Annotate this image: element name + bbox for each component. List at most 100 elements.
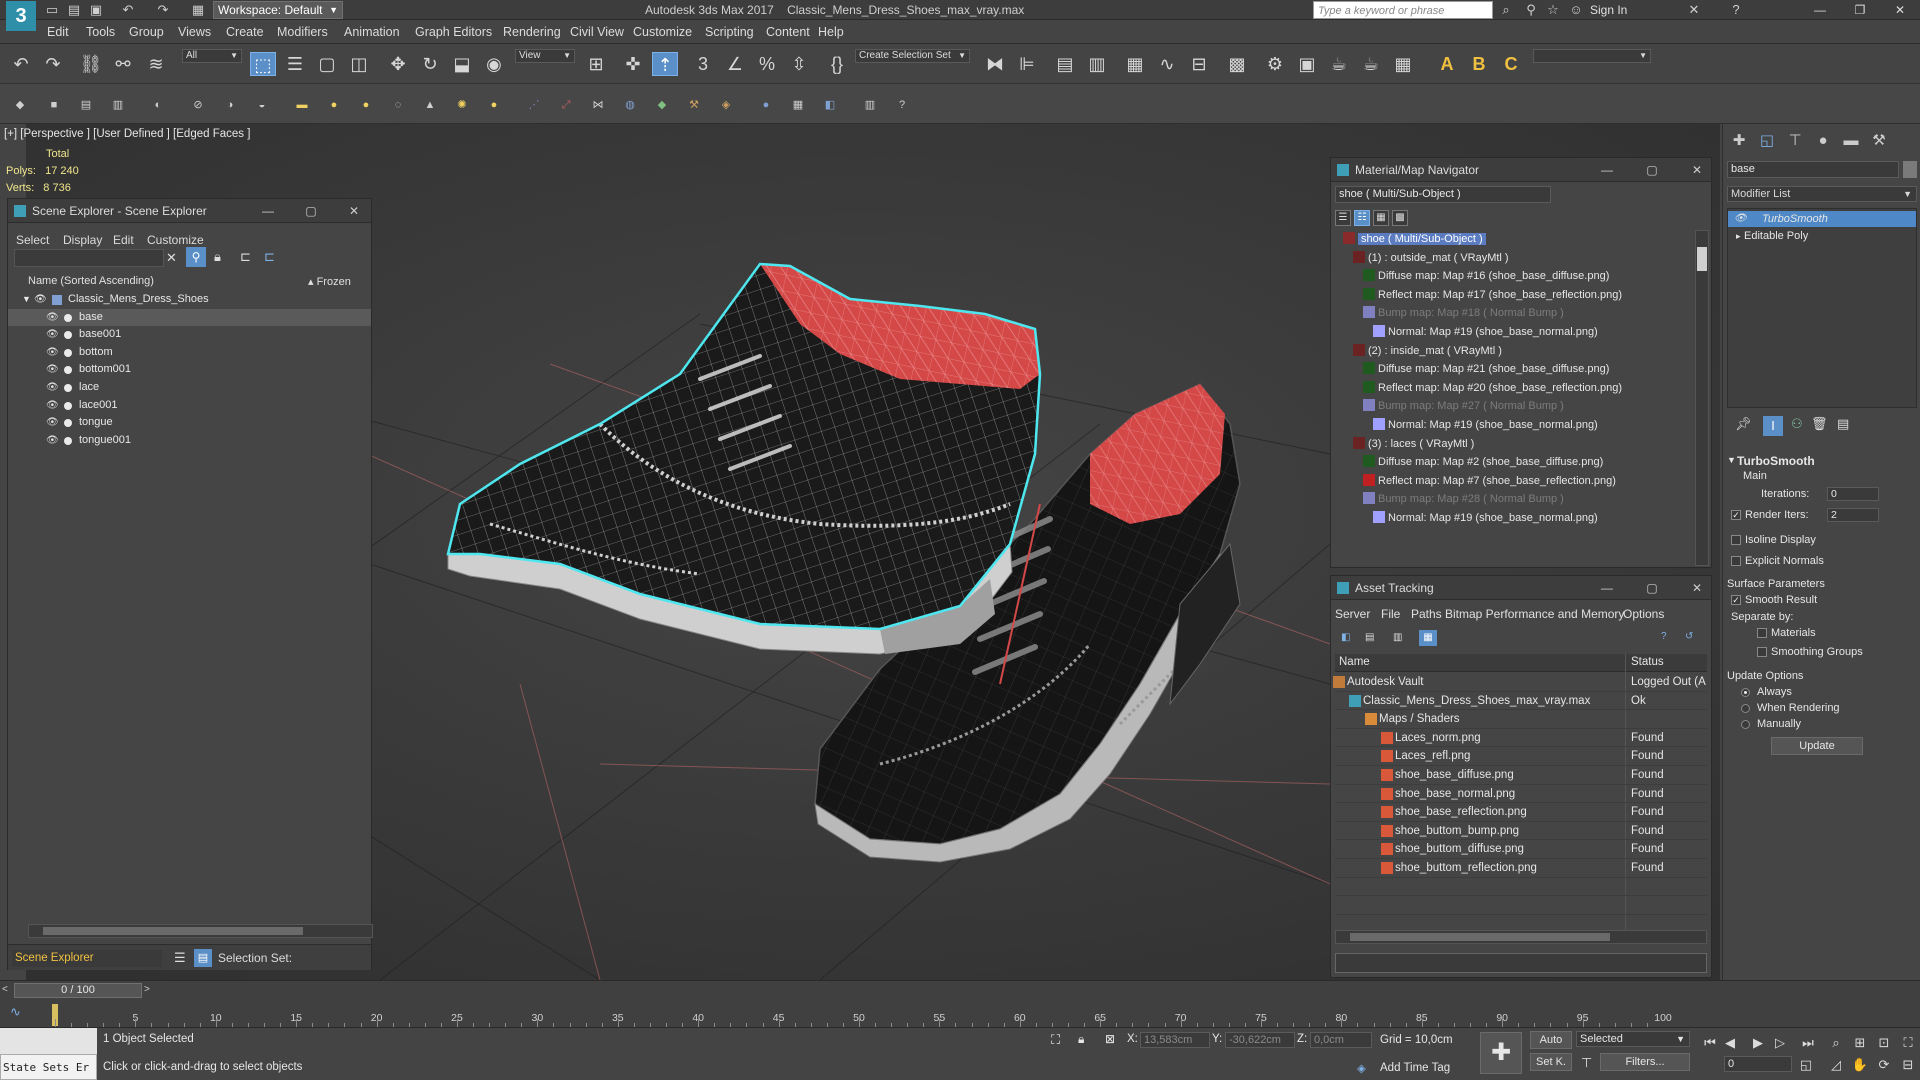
display-tab-icon[interactable]: ▬ bbox=[1839, 130, 1863, 152]
absolute-mode-icon[interactable]: ⊠ bbox=[1105, 1032, 1115, 1046]
search-icon[interactable]: ⌕ bbox=[1498, 2, 1514, 18]
rect-selection-icon[interactable]: ▢ bbox=[314, 52, 340, 76]
redo-icon[interactable]: ↷ bbox=[40, 52, 66, 76]
ribbon-tool-icon[interactable]: ⤢ bbox=[558, 97, 574, 113]
modifier-stack-item[interactable]: 👁︎ TurboSmooth bbox=[1728, 211, 1916, 227]
maximize-button[interactable]: ▢ bbox=[297, 199, 325, 223]
angle-snap-icon[interactable]: ∠ bbox=[722, 52, 748, 76]
layer-explorer-icon[interactable]: ▥ bbox=[1084, 52, 1110, 76]
scene-explorer-column-header[interactable]: Name (Sorted Ascending) ▴ Frozen bbox=[8, 273, 371, 291]
ribbon-tool-icon[interactable]: ● bbox=[486, 97, 502, 113]
menu-views[interactable]: Views bbox=[178, 25, 211, 39]
undo-icon[interactable]: ↶ bbox=[120, 2, 136, 18]
column-name[interactable]: Name bbox=[1339, 656, 1370, 668]
modifier-list-dropdown[interactable]: Modifier List ▼ bbox=[1727, 186, 1917, 202]
tree-object-row[interactable]: 👁︎ base bbox=[8, 308, 371, 327]
field-of-view-icon[interactable]: ◿ bbox=[1826, 1056, 1846, 1074]
material-name-field[interactable]: shoe ( Multi/Sub-Object ) bbox=[1335, 186, 1551, 203]
asset-menu-file[interactable]: File bbox=[1381, 607, 1400, 621]
play-icon[interactable]: ▶ bbox=[1748, 1034, 1768, 1052]
isoline-display-checkbox[interactable] bbox=[1731, 535, 1741, 545]
configure-modifier-sets-icon[interactable]: ▤ bbox=[1837, 416, 1849, 432]
material-tree-item[interactable]: Bump map: Map #28 ( Normal Bump ) bbox=[1363, 492, 1564, 505]
app-logo[interactable]: 3 bbox=[6, 1, 36, 31]
link-icon[interactable]: ⛓ bbox=[78, 52, 104, 76]
asset-row[interactable]: shoe_base_reflection.png Found bbox=[1335, 803, 1707, 822]
ribbon-tool-icon[interactable]: ◒ bbox=[254, 97, 270, 113]
smooth-result-checkbox[interactable]: ✓ bbox=[1731, 595, 1741, 605]
text-tool-a-icon[interactable]: A bbox=[1434, 52, 1460, 76]
key-filters-button[interactable]: Filters... bbox=[1600, 1053, 1690, 1071]
render-setup-icon[interactable]: ⚙ bbox=[1262, 52, 1288, 76]
menu-content[interactable]: Content bbox=[766, 25, 810, 39]
ribbon-tool-icon[interactable]: ◍ bbox=[622, 97, 638, 113]
current-frame-field[interactable]: 0 bbox=[1724, 1056, 1792, 1072]
material-tree-item[interactable]: (1) : outside_mat ( VRayMtl ) bbox=[1353, 250, 1509, 264]
update-button[interactable]: Update bbox=[1771, 737, 1863, 755]
eye-icon[interactable]: 👁︎ bbox=[46, 309, 59, 327]
column-frozen[interactable]: ▴ Frozen bbox=[308, 275, 351, 288]
tree-object-row[interactable]: 👁︎ tongue bbox=[8, 414, 371, 432]
menu-create[interactable]: Create bbox=[226, 25, 264, 39]
lock-icon[interactable]: 🔒︎ bbox=[214, 249, 221, 265]
zoom-extents-all-icon[interactable]: ⊞ bbox=[1850, 1034, 1870, 1052]
toggle-ribbon-icon[interactable]: ▦ bbox=[1122, 52, 1148, 76]
horizontal-scrollbar[interactable] bbox=[28, 924, 373, 938]
material-tree-item[interactable]: Diffuse map: Map #2 (shoe_base_diffuse.p… bbox=[1363, 455, 1603, 468]
unlink-icon[interactable]: ⚯ bbox=[110, 52, 136, 76]
asset-row[interactable]: shoe_buttom_diffuse.png Found bbox=[1335, 840, 1707, 859]
previous-frame-icon[interactable]: ◀ bbox=[1720, 1034, 1740, 1052]
smoothing-groups-checkbox[interactable] bbox=[1757, 647, 1767, 657]
eye-icon[interactable]: 👁︎ bbox=[46, 344, 59, 362]
asset-row[interactable]: Laces_refl.png Found bbox=[1335, 747, 1707, 766]
update-when-rendering-radio[interactable] bbox=[1741, 704, 1750, 713]
mirror-icon[interactable]: ⧓ bbox=[982, 52, 1008, 76]
hierarchy-icon[interactable]: ⊏ bbox=[240, 249, 251, 265]
menu-graph-editors[interactable]: Graph Editors bbox=[415, 25, 492, 39]
eye-icon[interactable]: 👁︎ bbox=[46, 397, 59, 415]
eye-icon[interactable]: 👁︎ bbox=[34, 291, 47, 309]
view-large-icons-icon[interactable]: ▩ bbox=[1392, 210, 1408, 226]
asset-menu-bitmap-performance[interactable]: Bitmap Performance and Memory bbox=[1445, 607, 1624, 621]
material-tree-item[interactable]: (2) : inside_mat ( VRayMtl ) bbox=[1353, 343, 1502, 357]
selection-set-icon[interactable]: ▤ bbox=[194, 949, 212, 967]
eye-icon[interactable]: 👁︎ bbox=[46, 432, 59, 450]
make-unique-icon[interactable]: ⚇ bbox=[1791, 416, 1803, 432]
selection-lock-icon[interactable]: 🔒︎ bbox=[1078, 1032, 1084, 1047]
menu-tools[interactable]: Tools bbox=[86, 25, 115, 39]
snaps-toggle-icon[interactable]: 3 bbox=[690, 52, 716, 76]
keyboard-shortcut-toggle-icon[interactable]: ⇡ bbox=[652, 52, 678, 76]
ribbon-tool-icon[interactable]: ◈ bbox=[718, 97, 734, 113]
material-tree-item[interactable]: Normal: Map #19 (shoe_base_normal.png) bbox=[1373, 418, 1598, 431]
redo-icon[interactable]: ↷ bbox=[155, 2, 171, 18]
iterations-spinner[interactable]: 0 bbox=[1827, 487, 1879, 501]
collapse-icon[interactable]: ▼ bbox=[22, 291, 31, 309]
ribbon-tool-icon[interactable]: ⋈ bbox=[590, 97, 606, 113]
refresh-icon[interactable]: ↺ bbox=[1685, 631, 1693, 642]
pan-icon[interactable]: ✋ bbox=[1850, 1056, 1870, 1074]
ribbon-tool-icon[interactable]: ◑ bbox=[222, 97, 238, 113]
asset-row[interactable]: shoe_base_diffuse.png Found bbox=[1335, 766, 1707, 785]
track-bar[interactable]: ∿ 5 10 15 20 25 30 35 40 45 50 55 60 65 70 75 80 85 90 95 1… bbox=[0, 1000, 1920, 1028]
reference-coordinate-dropdown[interactable]: View ▼ bbox=[515, 49, 575, 63]
asset-row[interactable]: Classic_Mens_Dress_Shoes_max_vray.max Ok bbox=[1335, 692, 1707, 711]
isolate-selection-icon[interactable]: ⛶ bbox=[1051, 1032, 1060, 1048]
ribbon-tool-icon[interactable]: ▥ bbox=[862, 97, 878, 113]
scrollbar-thumb[interactable] bbox=[1350, 933, 1610, 941]
pivot-center-icon[interactable]: ⊞ bbox=[583, 52, 609, 76]
explicit-normals-checkbox[interactable] bbox=[1731, 556, 1741, 566]
scene-explorer-titlebar[interactable]: Scene Explorer - Scene Explorer — ▢ ✕ bbox=[8, 199, 371, 223]
select-object-icon[interactable]: ⬚ bbox=[250, 52, 276, 76]
add-time-tag-button[interactable]: Add Time Tag bbox=[1380, 1062, 1450, 1074]
bind-space-warp-icon[interactable]: ≋ bbox=[143, 52, 169, 76]
user-icon[interactable]: ☺ bbox=[1568, 2, 1584, 18]
named-selection-set-dropdown[interactable]: Create Selection Set ▼ bbox=[855, 49, 970, 63]
asset-menu-server[interactable]: Server bbox=[1335, 607, 1370, 621]
maximize-button[interactable]: ▢ bbox=[1638, 158, 1666, 182]
material-tree-item[interactable]: Normal: Map #19 (shoe_base_normal.png) bbox=[1373, 325, 1598, 338]
go-to-end-icon[interactable]: ⏭ bbox=[1798, 1034, 1818, 1052]
scrollbar-thumb[interactable] bbox=[43, 927, 303, 935]
close-button[interactable]: ✕ bbox=[340, 199, 368, 223]
view-small-icons-icon[interactable]: ▦ bbox=[1373, 210, 1389, 226]
maximize-button[interactable]: ❐ bbox=[1840, 0, 1880, 20]
